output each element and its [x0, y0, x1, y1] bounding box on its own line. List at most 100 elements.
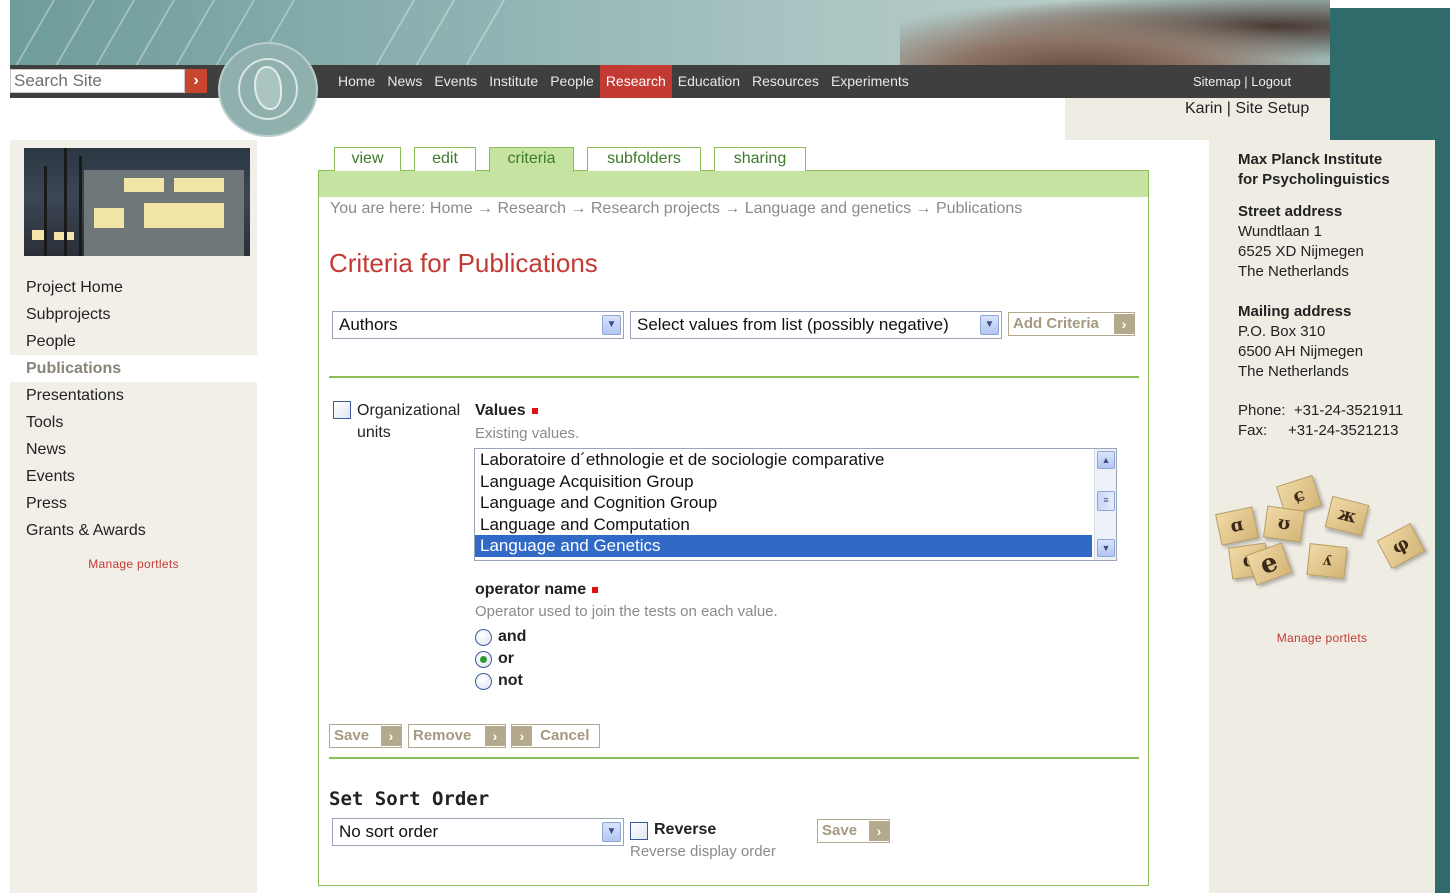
criteria-index-select[interactable]: Authors ▼: [332, 311, 624, 339]
sitemap-logout-links[interactable]: Sitemap | Logout: [1193, 65, 1291, 98]
street-address-heading: Street address: [1238, 203, 1343, 220]
main-nav: Home News Events Institute People Resear…: [332, 65, 915, 98]
criteria-type-select[interactable]: Select values from list (possibly negati…: [630, 311, 1002, 339]
operator-help: Operator used to join the tests on each …: [475, 603, 778, 620]
nav-research[interactable]: Research: [599, 65, 672, 98]
letter-tile: φ: [1376, 522, 1426, 570]
remove-button[interactable]: Remove ›: [408, 724, 506, 748]
remove-label: Remove: [413, 727, 472, 744]
sidebar-item-publications[interactable]: Publications: [10, 355, 257, 382]
tab-subfolders[interactable]: subfolders: [587, 147, 701, 171]
chevron-down-icon[interactable]: ▼: [602, 822, 621, 842]
header-photo: [900, 0, 1330, 65]
reverse-label[interactable]: Reverse: [654, 821, 716, 839]
operator-not-label[interactable]: not: [498, 672, 523, 690]
institute-building-photo: [24, 148, 250, 256]
header-right-band: [1330, 0, 1450, 140]
criteria-type-value: Select values from list (possibly negati…: [637, 315, 949, 334]
cancel-label: Cancel: [540, 727, 590, 744]
sidebar-item-news[interactable]: News: [10, 436, 257, 463]
chevron-down-icon[interactable]: ▼: [980, 315, 999, 335]
org-name-line2: for Psycholinguistics: [1238, 171, 1390, 188]
sidebar-item-tools[interactable]: Tools: [10, 409, 257, 436]
mailing-line: The Netherlands: [1238, 363, 1349, 380]
list-item[interactable]: Language and Cognition Group: [475, 492, 1092, 514]
search-button[interactable]: ›: [185, 69, 207, 93]
operator-and-radio[interactable]: [475, 629, 492, 646]
sort-order-heading: Set Sort Order: [329, 788, 490, 810]
minerva-logo[interactable]: [218, 42, 318, 137]
nav-people[interactable]: People: [544, 65, 600, 98]
nav-home[interactable]: Home: [332, 65, 381, 98]
list-item[interactable]: Language and Computation: [475, 514, 1092, 536]
page-title: Criteria for Publications: [329, 248, 598, 278]
nav-news[interactable]: News: [381, 65, 428, 98]
reverse-help: Reverse display order: [630, 843, 776, 860]
letter-tile: ж: [1324, 495, 1370, 537]
operator-label-text: operator name: [475, 581, 587, 598]
nav-events[interactable]: Events: [428, 65, 483, 98]
scroll-down-icon[interactable]: ▼: [1097, 539, 1115, 557]
sidebar-item-grants-awards[interactable]: Grants & Awards: [10, 517, 257, 544]
sort-save-label: Save: [822, 822, 858, 839]
save-button[interactable]: Save ›: [329, 724, 402, 748]
nav-experiments[interactable]: Experiments: [825, 65, 915, 98]
nav-institute[interactable]: Institute: [483, 65, 544, 98]
add-criteria-button[interactable]: Add Criteria ›: [1008, 312, 1135, 336]
reverse-checkbox[interactable]: [630, 822, 648, 840]
chevron-right-icon: ›: [485, 726, 505, 746]
sidebar-item-people[interactable]: People: [10, 328, 257, 355]
operator-or-radio[interactable]: [475, 651, 492, 668]
sidebar-item-subprojects[interactable]: Subprojects: [10, 301, 257, 328]
operator-and-label[interactable]: and: [498, 628, 526, 646]
required-icon: [531, 407, 538, 414]
sidebar-item-project-home[interactable]: Project Home: [10, 274, 257, 301]
list-item[interactable]: Laboratoire d´ethnologie et de sociologi…: [475, 449, 1092, 471]
site-header: Search Site › Home News Events Institute…: [0, 0, 1450, 140]
values-listbox[interactable]: Laboratoire d´ethnologie et de sociologi…: [474, 448, 1117, 561]
manage-portlets-link-left[interactable]: Manage portlets: [10, 557, 257, 571]
sort-order-select[interactable]: No sort order ▼: [332, 818, 624, 846]
fax-number: Fax: +31-24-3521213: [1238, 422, 1399, 439]
chevron-down-icon[interactable]: ▼: [602, 315, 621, 335]
nav-education[interactable]: Education: [672, 65, 746, 98]
sidebar-item-presentations[interactable]: Presentations: [10, 382, 257, 409]
chevron-right-icon: ›: [381, 726, 401, 746]
operator-label: operator name: [475, 581, 599, 599]
scroll-up-icon[interactable]: ▲: [1097, 451, 1115, 469]
search-input[interactable]: Search Site: [10, 69, 185, 93]
chevron-right-icon: ›: [1114, 314, 1134, 334]
street-line: 6525 XD Nijmegen: [1238, 243, 1364, 260]
scroll-thumb[interactable]: ≡: [1097, 491, 1115, 511]
list-item-selected[interactable]: Language and Genetics: [475, 535, 1092, 557]
operator-or-label[interactable]: or: [498, 650, 514, 668]
save-label: Save: [334, 727, 370, 744]
listbox-scrollbar[interactable]: ▲ ≡ ▼: [1094, 449, 1116, 560]
letter-tile: ʊ: [1262, 505, 1306, 543]
street-line: The Netherlands: [1238, 263, 1349, 280]
tab-edit[interactable]: edit: [414, 147, 476, 171]
chevron-right-icon: ›: [869, 821, 889, 841]
list-item[interactable]: Language Acquisition Group: [475, 471, 1092, 493]
add-criteria-label: Add Criteria: [1013, 315, 1099, 332]
tab-sharing[interactable]: sharing: [714, 147, 806, 171]
tab-view[interactable]: view: [334, 147, 401, 171]
sort-save-button[interactable]: Save ›: [817, 819, 890, 843]
divider: [329, 757, 1139, 759]
mailing-address-heading: Mailing address: [1238, 303, 1352, 320]
operator-not-radio[interactable]: [475, 673, 492, 690]
mailing-line: P.O. Box 310: [1238, 323, 1326, 340]
breadcrumb[interactable]: You are here: Home → Research → Research…: [330, 200, 1022, 218]
street-line: Wundtlaan 1: [1238, 223, 1322, 240]
right-edge-band: [1435, 140, 1450, 893]
sidebar-item-press[interactable]: Press: [10, 490, 257, 517]
nav-resources[interactable]: Resources: [746, 65, 825, 98]
organizational-units-checkbox[interactable]: [333, 401, 351, 419]
values-help: Existing values.: [475, 425, 580, 442]
sidebar-item-events[interactable]: Events: [10, 463, 257, 490]
values-label-text: Values: [475, 402, 526, 419]
cancel-button[interactable]: › Cancel: [511, 724, 600, 748]
manage-portlets-link-right[interactable]: Manage portlets: [1209, 631, 1435, 645]
user-site-setup-links[interactable]: Karin | Site Setup: [1185, 100, 1309, 118]
tab-criteria[interactable]: criteria: [489, 147, 574, 172]
